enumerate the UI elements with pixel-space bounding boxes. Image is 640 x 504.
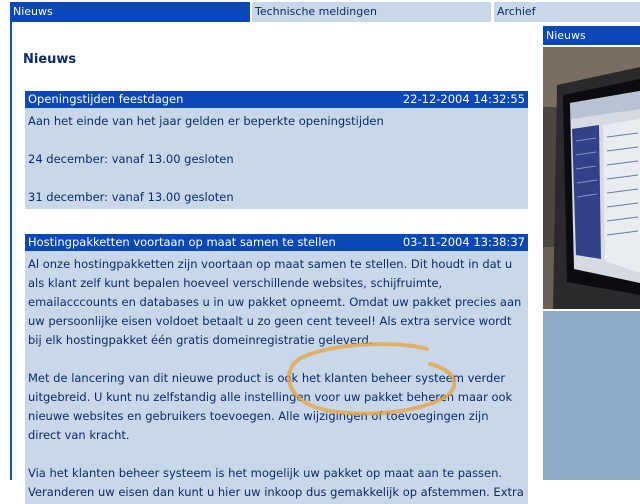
news-item-title[interactable]: Hostingpakketten voortaan op maat samen …	[28, 234, 336, 251]
tab-nieuws[interactable]: Nieuws	[10, 2, 250, 22]
news-paragraph: Via het klanten beheer systeem is het mo…	[28, 466, 524, 499]
news-paragraph: Met de lancering van dit nieuwe product …	[28, 371, 513, 442]
page-title: Nieuws	[23, 52, 77, 67]
tab-archief[interactable]: Archief	[494, 2, 640, 22]
news-item: Hostingpakketten voortaan op maat samen …	[25, 234, 528, 504]
news-paragraph: 24 december: vanaf 13.00 gesloten	[28, 152, 234, 166]
news-paragraph: 31 december: vanaf 13.00 gesloten	[28, 190, 234, 204]
news-item-date: 22-12-2004 14:32:55	[402, 92, 525, 106]
news-item-body: Al onze hostingpakketten zijn voortaan o…	[25, 251, 528, 504]
news-item-body: Aan het einde van het jaar gelden er bep…	[25, 108, 528, 209]
news-item-header: Hostingpakketten voortaan op maat samen …	[25, 234, 528, 251]
news-item-header: Openingstijden feestdagen 22-12-2004 14:…	[25, 91, 528, 108]
news-paragraph: Al onze hostingpakketten zijn voortaan o…	[28, 257, 522, 347]
news-item-date: 03-11-2004 13:38:37	[402, 235, 525, 249]
sidebar-panel	[543, 311, 640, 480]
left-border-line	[10, 22, 12, 480]
tab-technische-meldingen[interactable]: Technische meldingen	[252, 2, 491, 22]
news-paragraph: Aan het einde van het jaar gelden er bep…	[28, 114, 384, 128]
sidebar-photo	[543, 47, 640, 309]
news-item: Openingstijden feestdagen 22-12-2004 14:…	[25, 91, 528, 209]
news-item-title[interactable]: Openingstijden feestdagen	[28, 91, 183, 108]
sidebar-header: Nieuws	[543, 26, 640, 45]
